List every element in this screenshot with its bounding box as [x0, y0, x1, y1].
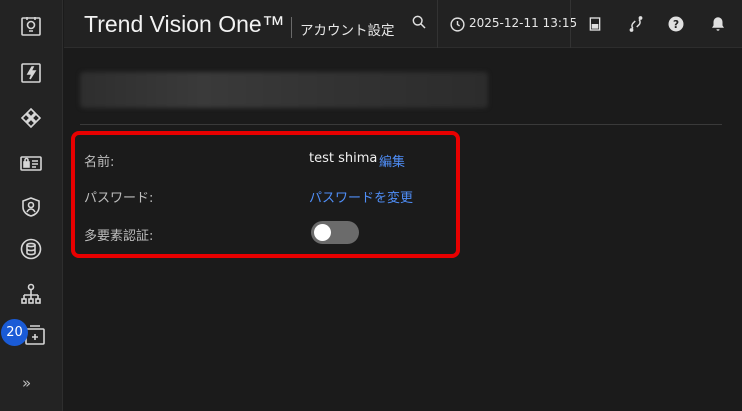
svg-text:?: ? — [673, 19, 679, 31]
section-divider — [80, 124, 722, 125]
title-separator — [291, 17, 292, 38]
clock-icon — [448, 15, 466, 33]
name-value: test shima — [309, 151, 378, 166]
mfa-toggle-knob — [314, 224, 331, 241]
expand-sidebar-button[interactable]: » — [22, 374, 42, 394]
current-datetime: 2025-12-11 13:15 — [469, 16, 578, 30]
name-label: 名前: — [84, 155, 115, 170]
notification-count-badge: 20 — [1, 319, 28, 346]
sidebar: 20 » — [0, 0, 63, 411]
mfa-label: 多要素認証: — [84, 229, 154, 244]
shield-user-icon[interactable] — [17, 193, 45, 221]
top-header: Trend Vision One™ アカウント設定 2025-12-11 13:… — [64, 0, 742, 48]
database-globe-icon[interactable] — [17, 235, 45, 263]
change-password-link[interactable]: パスワードを変更 — [309, 187, 413, 206]
network-nodes-icon[interactable] — [17, 280, 45, 308]
search-icon[interactable] — [410, 13, 428, 31]
password-label: パスワード: — [84, 191, 154, 206]
mfa-toggle[interactable] — [311, 221, 359, 244]
lightning-icon[interactable] — [17, 59, 45, 87]
bell-icon[interactable] — [708, 14, 728, 34]
document-icon[interactable] — [586, 15, 604, 33]
product-title: Trend Vision One™ — [84, 11, 285, 37]
edit-name-link[interactable]: 編集 — [379, 151, 405, 170]
network-icon[interactable] — [17, 104, 45, 132]
blurred-banner — [80, 72, 488, 108]
header-divider — [437, 0, 438, 48]
connection-icon[interactable] — [626, 15, 646, 33]
dashboard-icon[interactable] — [17, 12, 45, 40]
id-card-icon[interactable] — [17, 149, 45, 177]
help-icon[interactable]: ? — [666, 14, 686, 34]
header-divider — [570, 0, 571, 48]
page-title: アカウント設定 — [300, 23, 395, 39]
